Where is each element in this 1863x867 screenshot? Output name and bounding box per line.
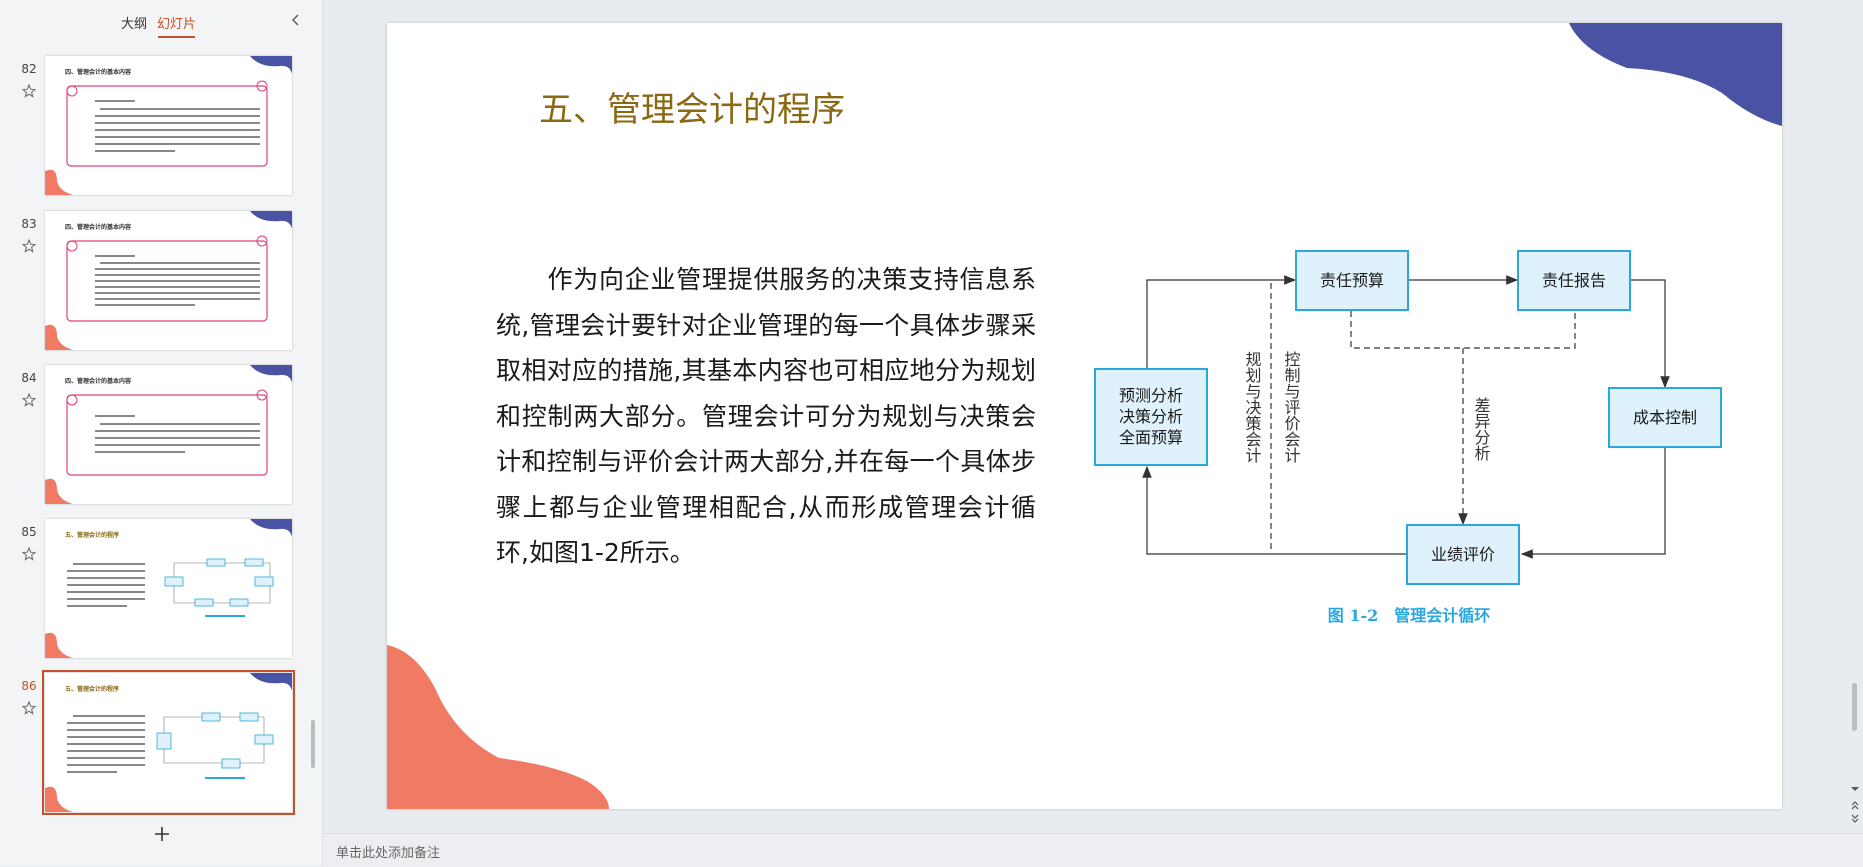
report-label: 责任报告 [1542,271,1606,290]
star-icon[interactable] [22,547,36,561]
budget-label: 责任预算 [1320,271,1384,290]
add-slide-icon[interactable] [152,824,172,844]
thumbnail-title: 五、管理会计的程序 [65,686,120,693]
star-icon[interactable] [22,701,36,715]
variance-label: 差异分析 [1472,397,1491,461]
star-icon[interactable] [22,393,36,407]
slide-thumbnail-panel: 大纲 幻灯片 82 四、管理会计的基本内容 83 四、管理会计的基本内容 84 … [0,0,323,866]
dashed-feedback [1350,311,1576,349]
evaluation-label: 业绩评价 [1431,545,1495,564]
thumbnail-scrollbar[interactable] [311,720,315,768]
slide-canvas[interactable]: 五、管理会计的程序 作为向企业管理提供服务的决策支持信息系统,管理会计要针对企业… [387,23,1782,809]
slide-thumbnail-84[interactable]: 84 四、管理会计的基本内容 [0,365,300,505]
slide-thumbnail-image[interactable]: 五、管理会计的程序 [45,519,292,658]
slide-thumbnail-82[interactable]: 82 四、管理会计的基本内容 [0,56,300,196]
thumbnail-title: 五、管理会计的程序 [65,532,120,539]
slide-thumbnail-86[interactable]: 86 五、管理会计的程序 [0,670,300,815]
forecast-line-2: 决策分析 [1119,407,1183,426]
thumbnail-title: 四、管理会计的基本内容 [65,378,132,385]
cost-control-label: 成本控制 [1633,408,1697,427]
star-icon[interactable] [22,84,36,98]
tab-outline[interactable]: 大纲 [121,13,147,32]
planning-label: 规划与决策会计 [1243,351,1262,463]
slide-thumbnail-image[interactable]: 五、管理会计的程序 [42,670,295,815]
slide-number: 82 [21,62,37,76]
slide-thumbnail-image[interactable]: 四、管理会计的基本内容 [45,56,292,195]
slide-number: 84 [21,371,37,385]
slide-number: 85 [21,525,37,539]
previous-slide-icon[interactable] [1849,800,1861,810]
scroll-down-icon[interactable] [1849,784,1861,794]
figure-caption: 图 1-2 管理会计循环 [1328,606,1490,625]
arrow-cost-to-evaluation [1520,447,1666,559]
slide-thumbnail-image[interactable]: 四、管理会计的基本内容 [45,211,292,350]
arrow-report-to-cost [1630,279,1670,389]
management-accounting-cycle-diagram[interactable]: 预测分析 决策分析 全面预算 责任预算 责任报告 成本控制 业绩评价 规划与决策… [387,23,1782,809]
slide-thumbnail-image[interactable]: 四、管理会计的基本内容 [45,365,292,504]
collapse-panel-icon[interactable] [289,12,303,28]
star-icon[interactable] [22,239,36,253]
slide-scrollbar[interactable] [1852,683,1857,731]
forecast-line-1: 预测分析 [1119,386,1183,405]
arrow-forecast-to-budget [1146,275,1297,369]
forecast-line-3: 全面预算 [1119,428,1183,447]
thumbnail-title: 四、管理会计的基本内容 [65,224,132,231]
tab-slides[interactable]: 幻灯片 [157,13,196,38]
slide-number: 83 [21,217,37,231]
slide-thumbnail-85[interactable]: 85 五、管理会计的程序 [0,519,300,659]
notes-placeholder[interactable]: 单击此处添加备注 [336,842,440,861]
notes-pane[interactable]: 单击此处添加备注 [323,833,1863,867]
slide-thumbnail-83[interactable]: 83 四、管理会计的基本内容 [0,211,300,351]
arrow-evaluation-to-forecast [1142,465,1407,555]
panel-tabs: 大纲 幻灯片 [0,0,322,40]
next-slide-icon[interactable] [1849,814,1861,824]
thumbnail-title: 四、管理会计的基本内容 [65,69,132,76]
slide-number: 86 [21,679,37,693]
control-label: 控制与评价会计 [1282,351,1301,463]
